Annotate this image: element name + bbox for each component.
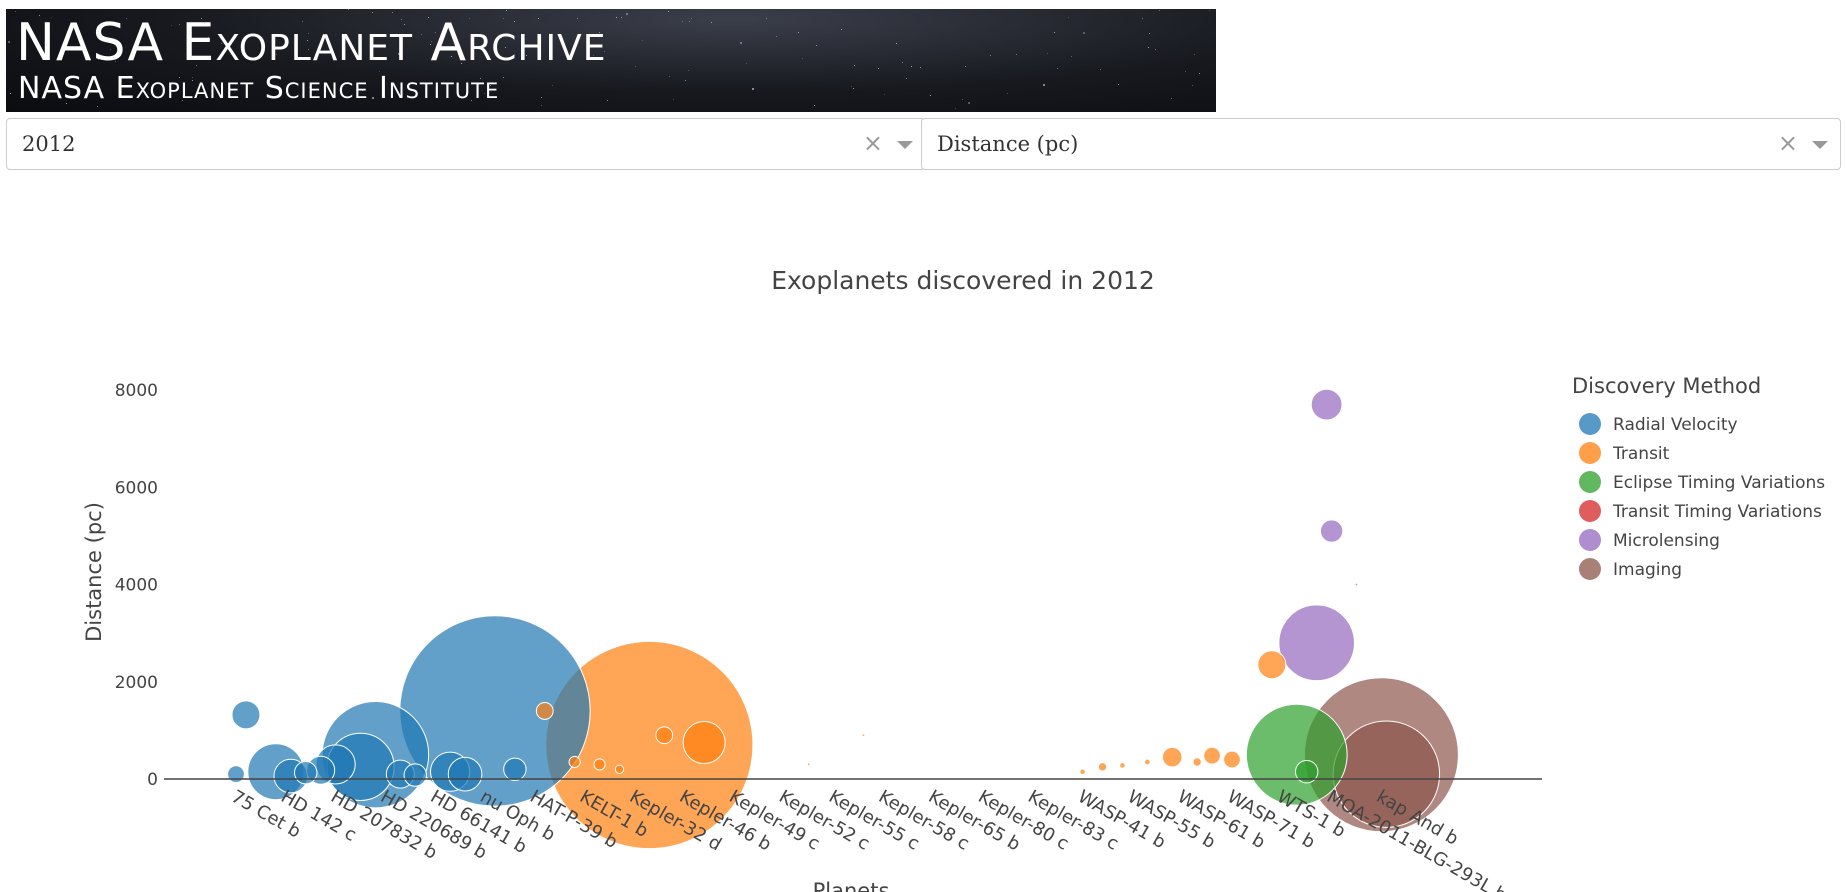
planet-bubble[interactable]: [535, 702, 554, 720]
planet-bubble[interactable]: [447, 756, 483, 792]
planet-bubble[interactable]: [399, 615, 591, 807]
planet-bubble[interactable]: [593, 758, 606, 771]
x-axis-label: Planets: [813, 879, 890, 892]
legend-label[interactable]: Radial Velocity: [1613, 415, 1738, 435]
planet-bubble[interactable]: [1144, 758, 1151, 766]
planet-bubble[interactable]: [294, 760, 318, 785]
legend-marker[interactable]: [1579, 529, 1601, 551]
planet-bubble[interactable]: [1354, 582, 1359, 587]
planet-bubble[interactable]: [1319, 519, 1344, 543]
chart-title: Exoplanets discovered in 2012: [771, 266, 1155, 295]
y-tick-label: 0: [147, 770, 158, 790]
legend-marker[interactable]: [1579, 471, 1601, 493]
legend-marker[interactable]: [1579, 442, 1601, 464]
planet-bubble[interactable]: [1278, 604, 1355, 682]
planet-bubble[interactable]: [1203, 746, 1221, 765]
planet-bubble[interactable]: [655, 726, 674, 745]
legend-marker[interactable]: [1579, 558, 1601, 580]
exoplanet-bubble-chart: Exoplanets discovered in 2012 0 2000 4000 6…: [82, 266, 1825, 892]
planet-bubble[interactable]: [1310, 388, 1343, 421]
y-tick-label: 2000: [115, 673, 158, 693]
legend-marker[interactable]: [1579, 500, 1601, 522]
planet-bubble[interactable]: [806, 762, 811, 767]
legend-label[interactable]: Eclipse Timing Variations: [1613, 473, 1825, 493]
planet-bubble[interactable]: [1257, 650, 1287, 680]
legend-title: Discovery Method: [1572, 374, 1761, 398]
y-axis-ticks: 0 2000 4000 6000 8000: [115, 381, 158, 790]
planet-bubble[interactable]: [503, 757, 527, 781]
legend-label[interactable]: Imaging: [1613, 560, 1682, 580]
planet-bubble[interactable]: [231, 700, 261, 730]
y-tick-label: 8000: [115, 381, 158, 401]
y-tick-label: 4000: [115, 576, 158, 596]
legend-label[interactable]: Transit Timing Variations: [1612, 502, 1822, 522]
legend: Discovery Method Radial Velocity Transit E…: [1572, 374, 1825, 580]
planet-bubble[interactable]: [1119, 762, 1126, 769]
planet-bubble[interactable]: [403, 763, 427, 787]
planet-bubble[interactable]: [227, 765, 245, 784]
planet-bubble[interactable]: [1192, 757, 1202, 767]
y-tick-label: 6000: [115, 478, 158, 498]
planet-bubble[interactable]: [1079, 768, 1086, 776]
planet-bubble[interactable]: [861, 733, 866, 738]
planet-bubble[interactable]: [568, 755, 581, 769]
planet-bubble[interactable]: [1223, 750, 1241, 769]
legend-label[interactable]: Microlensing: [1613, 531, 1720, 551]
planet-bubble[interactable]: [682, 721, 726, 765]
legend-marker[interactable]: [1579, 413, 1601, 435]
y-axis-label: Distance (pc): [82, 502, 106, 642]
planet-bubble[interactable]: [1097, 762, 1108, 772]
legend-label[interactable]: Transit: [1612, 444, 1670, 464]
planet-bubble[interactable]: [614, 764, 625, 774]
planet-bubble[interactable]: [1161, 746, 1183, 768]
x-axis-ticks: 75 Cet bHD 142 cHD 207832 bHD 220689 bHD…: [228, 786, 1511, 892]
